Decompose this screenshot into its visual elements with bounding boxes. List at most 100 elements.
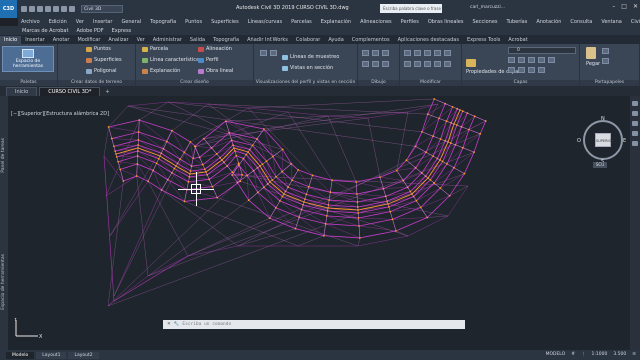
section-icon[interactable]	[270, 50, 277, 56]
ribbon-tab-topograf-a[interactable]: Topografía	[209, 36, 243, 44]
steering-wheel-icon[interactable]	[632, 101, 638, 106]
menu-item-consulta[interactable]: Consulta	[570, 19, 592, 25]
new-file-icon[interactable]	[21, 6, 27, 12]
command-input[interactable]: Escriba un comando	[182, 322, 231, 327]
doc-tab[interactable]: CURSO CIVIL 3D*	[39, 87, 101, 96]
ribbon-tab-ayuda[interactable]: Ayuda	[324, 36, 347, 44]
open-file-icon[interactable]	[29, 6, 35, 12]
polyline-icon[interactable]	[372, 50, 379, 56]
application-menu-button[interactable]: C3D	[0, 0, 18, 18]
grading-button[interactable]: Explanación	[142, 68, 180, 74]
hatch-icon[interactable]	[382, 61, 389, 67]
close-command-icon[interactable]: ✕	[167, 322, 171, 327]
rectangle-icon[interactable]	[372, 61, 379, 67]
workspace-dropdown[interactable]: Civil 3D	[81, 5, 123, 13]
layer-unlock-icon[interactable]	[538, 67, 545, 73]
offset-icon[interactable]	[444, 61, 451, 67]
profile-button[interactable]: Perfil	[198, 57, 219, 63]
doc-tab[interactable]: Inicio	[6, 87, 38, 96]
copy-icon[interactable]	[434, 50, 441, 56]
layer-dropdown[interactable]: 0	[508, 47, 576, 54]
featureline-button[interactable]: Línea característica	[142, 57, 199, 63]
drawing-viewport[interactable]: [−][Superior][Estructura alámbrica 2D]	[8, 96, 630, 350]
snap-icon[interactable]: ⋮	[581, 352, 586, 357]
menu-item-express[interactable]: Express	[112, 28, 132, 34]
minimize-icon[interactable]: –	[612, 3, 615, 10]
tool-space-tab[interactable]: Espacio de herramientas	[1, 254, 6, 310]
ribbon-tab-complementos[interactable]: Complementos	[348, 36, 394, 44]
new-tab-icon[interactable]: +	[102, 88, 112, 96]
layer-isolate-icon[interactable]	[518, 57, 525, 63]
model-space-toggle[interactable]: MODELO	[546, 352, 566, 357]
menu-item-general[interactable]: General	[121, 19, 141, 25]
ribbon-tab-a-adir-inf-works[interactable]: Añadir Inf.Works	[243, 36, 292, 44]
compass-west[interactable]: O	[577, 138, 581, 144]
copy-clip-icon[interactable]	[602, 48, 609, 54]
layout-tab[interactable]: Modelo	[6, 351, 35, 359]
menu-item-puntos[interactable]: Puntos	[185, 19, 202, 25]
menu-item-parcelas[interactable]: Parcelas	[291, 19, 312, 25]
ribbon-tab-anotar[interactable]: Anotar	[49, 36, 74, 44]
ribbon-tab-acrobat[interactable]: Acrobat	[504, 36, 531, 44]
profile-view-icon[interactable]	[260, 50, 267, 56]
menu-item-tuber-as[interactable]: Tuberías	[507, 19, 528, 25]
menu-item-ventana[interactable]: Ventana	[601, 19, 622, 25]
menu-item-adobe-pdf[interactable]: Adobe PDF	[76, 28, 103, 34]
layout-tab[interactable]: Layout1	[36, 351, 67, 359]
search-input[interactable]: Escriba palabra clave o frase	[380, 4, 442, 13]
menu-item-edici-n[interactable]: Edición	[49, 19, 67, 25]
elevation-value[interactable]: 3.500	[613, 352, 626, 357]
ribbon-tab-aplicaciones-destacadas[interactable]: Aplicaciones destacadas	[394, 36, 463, 44]
ribbon-tab-insertar[interactable]: Insertar	[21, 36, 48, 44]
stretch-icon[interactable]	[414, 61, 421, 67]
navigation-cube[interactable]: N O SUPERIOR E S	[577, 116, 626, 165]
ribbon-tab-analizar[interactable]: Analizar	[104, 36, 132, 44]
menu-item-explanaci-n[interactable]: Explanación	[321, 19, 351, 25]
fillet-icon[interactable]	[404, 61, 411, 67]
move-icon[interactable]	[404, 50, 411, 56]
menu-item-superficies[interactable]: Superficies	[211, 19, 239, 25]
layout-tab[interactable]: Layout2	[68, 351, 99, 359]
layer-match-icon[interactable]	[548, 57, 555, 63]
layer-walk-icon[interactable]	[518, 67, 525, 73]
close-icon[interactable]: ✕	[633, 3, 638, 10]
ribbon-tab-colaborar[interactable]: Colaborar	[292, 36, 324, 44]
polygonal-button[interactable]: Poligonal	[86, 68, 117, 74]
scale-icon[interactable]	[424, 61, 431, 67]
alignment-button[interactable]: Alineación	[198, 46, 232, 52]
menu-item-insertar[interactable]: Insertar	[93, 19, 112, 25]
parcel-button[interactable]: Parcela	[142, 46, 168, 52]
menu-item-marcas-de-acrobat[interactable]: Marcas de Acrobat	[22, 28, 68, 34]
corridor-button[interactable]: Obra lineal	[198, 68, 233, 74]
circle-icon[interactable]	[382, 50, 389, 56]
sample-lines-button[interactable]: Líneas de muestreo	[282, 54, 339, 60]
cut-icon[interactable]	[602, 58, 609, 64]
annotation-scale[interactable]: 1:1000	[591, 352, 607, 357]
viewcube-top-face[interactable]: SUPERIOR	[595, 133, 614, 147]
menu-item-topograf-a[interactable]: Topografía	[150, 19, 176, 25]
section-views-button[interactable]: Vistas en sección	[282, 65, 333, 71]
wcs-menu[interactable]: SCU	[593, 162, 607, 168]
surfaces-button[interactable]: Superficies	[86, 57, 122, 63]
menu-item-civilcad[interactable]: CivilCAD	[631, 19, 640, 25]
rotate-icon[interactable]	[414, 50, 421, 56]
menu-item-alineaciones[interactable]: Alineaciones	[360, 19, 392, 25]
ribbon-tab-administrar[interactable]: Administrar	[149, 36, 186, 44]
arc-icon[interactable]	[362, 61, 369, 67]
line-icon[interactable]	[362, 50, 369, 56]
ribbon-tab-ver[interactable]: Ver	[133, 36, 149, 44]
redo-icon[interactable]	[69, 6, 75, 12]
pan-icon[interactable]	[632, 111, 638, 116]
ribbon-tab-express-tools[interactable]: Express Tools	[463, 36, 504, 44]
menu-item-archivo[interactable]: Archivo	[21, 19, 40, 25]
menu-item-l-neas-curvas[interactable]: Líneas/curvas	[248, 19, 282, 25]
grid-icon[interactable]: #	[571, 352, 575, 357]
layer-thaw-icon[interactable]	[528, 67, 535, 73]
layer-lock-icon[interactable]	[538, 57, 545, 63]
ribbon-tab-modificar[interactable]: Modificar	[73, 36, 104, 44]
orbit-icon[interactable]	[632, 131, 638, 136]
compass-east[interactable]: E	[623, 138, 626, 144]
layer-off-icon[interactable]	[508, 57, 515, 63]
menu-item-obras-lineales[interactable]: Obras lineales	[428, 19, 464, 25]
compass-north[interactable]: N	[601, 116, 605, 122]
